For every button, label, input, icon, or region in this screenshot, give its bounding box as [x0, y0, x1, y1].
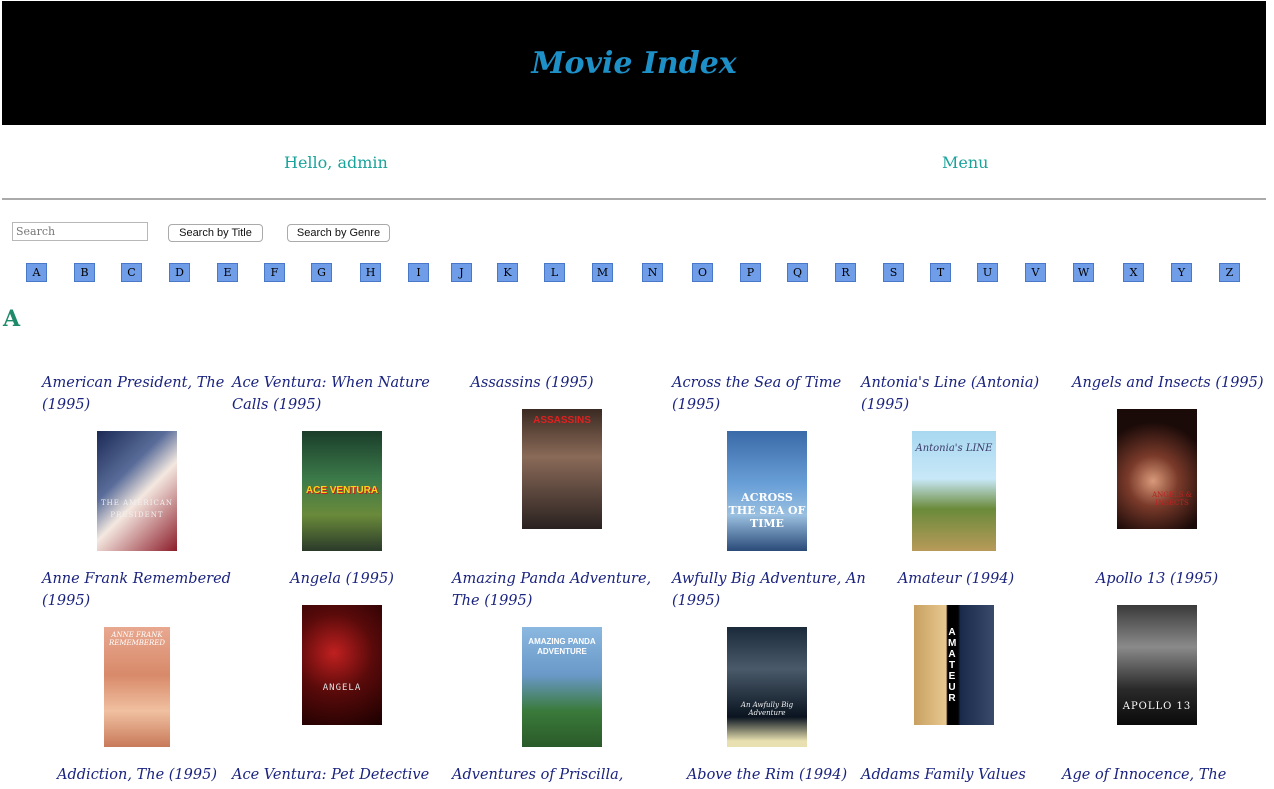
movie-card: Angels and Insects (1995) ANGELS & INSEC… [1072, 372, 1274, 529]
letter-c[interactable]: C [121, 263, 142, 282]
movie-title-link[interactable]: Ace Ventura: When Nature Calls (1995) [232, 372, 437, 416]
movie-card: Awfully Big Adventure, An (1995) An Awfu… [672, 568, 877, 747]
movie-poster[interactable]: An Awfully Big Adventure [727, 627, 807, 747]
letter-t[interactable]: T [930, 263, 951, 282]
movie-title-link[interactable]: Awfully Big Adventure, An (1995) [672, 568, 877, 612]
letter-m[interactable]: M [592, 263, 613, 282]
movie-poster[interactable]: ANNE FRANK REMEMBERED [104, 627, 170, 747]
search-by-title-button[interactable]: Search by Title [168, 224, 263, 242]
poster-title: AMATEUR [948, 627, 957, 704]
letter-k[interactable]: K [497, 263, 518, 282]
letter-n[interactable]: N [642, 263, 663, 282]
movie-card: Adventures of Priscilla, Queen of [452, 764, 657, 789]
movie-poster[interactable]: ASSASSINS [522, 409, 602, 529]
movie-card: Addams Family Values [861, 764, 1066, 786]
movie-poster[interactable]: AMATEUR [914, 605, 994, 725]
top-nav: Hello, admin Menu [2, 126, 1266, 200]
movie-title-link[interactable]: Antonia's Line (Antonia) (1995) [861, 372, 1066, 416]
movie-title-link[interactable]: Adventures of Priscilla, Queen of [452, 764, 670, 789]
poster-title: ACROSS THE SEA OF TIME [728, 491, 806, 530]
movie-card: Anne Frank Remembered (1995) ANNE FRANK … [42, 568, 247, 747]
movie-title-link[interactable]: Amateur (1994) [861, 568, 1051, 590]
movie-title-link[interactable]: American President, The (1995) [42, 372, 247, 416]
movie-title-link[interactable]: Amazing Panda Adventure, The (1995) [452, 568, 667, 612]
movie-card: Across the Sea of Time (1995) ACROSS THE… [672, 372, 877, 551]
movie-title-link[interactable]: Addiction, The (1995) [42, 764, 232, 786]
section-heading-letter: A [3, 306, 21, 332]
letter-b[interactable]: B [74, 263, 95, 282]
movie-title-link[interactable]: Apollo 13 (1995) [1072, 568, 1242, 590]
movie-poster[interactable]: ANGELS & INSECTS [1117, 409, 1197, 529]
letter-g[interactable]: G [311, 263, 332, 282]
poster-title: ANGELS & INSECTS [1152, 491, 1192, 507]
movie-poster[interactable]: ACROSS THE SEA OF TIME [727, 431, 807, 551]
movie-card: Amazing Panda Adventure, The (1995) AMAZ… [452, 568, 657, 747]
movie-card: Ace Ventura: When Nature Calls (1995) AC… [232, 372, 437, 551]
movie-poster[interactable]: AMAZING PANDA ADVENTURE [522, 627, 602, 747]
movie-card: Antonia's Line (Antonia) (1995) Antonia'… [861, 372, 1066, 551]
search-bar: Search by Title Search by Genre [12, 222, 612, 244]
movie-card: Age of Innocence, The (1993) [1062, 764, 1267, 789]
letter-u[interactable]: U [977, 263, 998, 282]
movie-card: Assassins (1995) ASSASSINS [452, 372, 657, 529]
poster-title: An Awfully Big Adventure [740, 701, 794, 717]
movie-card: Above the Rim (1994) [672, 764, 877, 786]
movie-title-link[interactable]: Age of Innocence, The (1993) [1062, 764, 1272, 789]
movie-title-link[interactable]: Angels and Insects (1995) [1072, 372, 1274, 394]
movie-card: Addiction, The (1995) [42, 764, 247, 786]
letter-s[interactable]: S [883, 263, 904, 282]
poster-title: Antonia's LINE [915, 443, 993, 454]
page-title: Movie Index [531, 45, 737, 81]
movie-title-link[interactable]: Addams Family Values [861, 764, 1066, 786]
movie-card: Apollo 13 (1995) APOLLO 13 [1072, 568, 1274, 725]
letter-j[interactable]: J [451, 263, 472, 282]
movie-title-link[interactable]: Ace Ventura: Pet Detective [232, 764, 447, 786]
movie-poster[interactable]: ACE VENTURA [302, 431, 382, 551]
letter-q[interactable]: Q [787, 263, 808, 282]
movie-title-link[interactable]: Angela (1995) [232, 568, 452, 590]
movie-poster[interactable]: ANGELA [302, 605, 382, 725]
page: Movie Index Hello, admin Menu Search by … [0, 0, 1274, 789]
movie-poster[interactable]: APOLLO 13 [1117, 605, 1197, 725]
movie-title-link[interactable]: Assassins (1995) [452, 372, 612, 394]
movie-card: Amateur (1994) AMATEUR [861, 568, 1066, 725]
movie-poster[interactable]: THE AMERICAN PRESIDENT [97, 431, 177, 551]
letter-o[interactable]: O [692, 263, 713, 282]
movie-title-link[interactable]: Above the Rim (1994) [672, 764, 862, 786]
menu-link[interactable]: Menu [942, 153, 988, 172]
letter-e[interactable]: E [217, 263, 238, 282]
poster-title: ANGELA [322, 683, 362, 693]
letter-h[interactable]: H [360, 263, 381, 282]
poster-title: ACE VENTURA [305, 485, 379, 496]
search-input[interactable] [12, 222, 148, 241]
poster-title: THE AMERICAN PRESIDENT [100, 499, 173, 519]
movie-title-link[interactable]: Across the Sea of Time (1995) [672, 372, 877, 416]
search-by-genre-button[interactable]: Search by Genre [287, 224, 390, 242]
letter-f[interactable]: F [264, 263, 285, 282]
hello-user-link[interactable]: Hello, admin [284, 153, 388, 172]
letter-x[interactable]: X [1123, 263, 1144, 282]
letter-a[interactable]: A [26, 263, 47, 282]
letter-d[interactable]: D [169, 263, 190, 282]
letter-z[interactable]: Z [1219, 263, 1240, 282]
letter-i[interactable]: I [408, 263, 429, 282]
poster-title: ASSASSINS [533, 415, 591, 426]
letter-p[interactable]: P [740, 263, 761, 282]
poster-title: ANNE FRANK REMEMBERED [108, 631, 166, 647]
letter-v[interactable]: V [1025, 263, 1046, 282]
movie-card: American President, The (1995) THE AMERI… [42, 372, 247, 551]
movie-card: Angela (1995) ANGELA [232, 568, 437, 725]
letter-l[interactable]: L [544, 263, 565, 282]
letter-r[interactable]: R [835, 263, 856, 282]
poster-title: AMAZING PANDA ADVENTURE [528, 637, 596, 656]
poster-title: APOLLO 13 [1122, 701, 1192, 712]
letter-y[interactable]: Y [1171, 263, 1192, 282]
movie-title-link[interactable]: Anne Frank Remembered (1995) [42, 568, 247, 612]
alphabet-nav: A B C D E F G H I J K L M N O P Q R S T … [26, 263, 1256, 283]
movie-card: Ace Ventura: Pet Detective [232, 764, 437, 786]
header: Movie Index [2, 1, 1266, 125]
letter-w[interactable]: W [1073, 263, 1094, 282]
movie-poster[interactable]: Antonia's LINE [912, 431, 996, 551]
